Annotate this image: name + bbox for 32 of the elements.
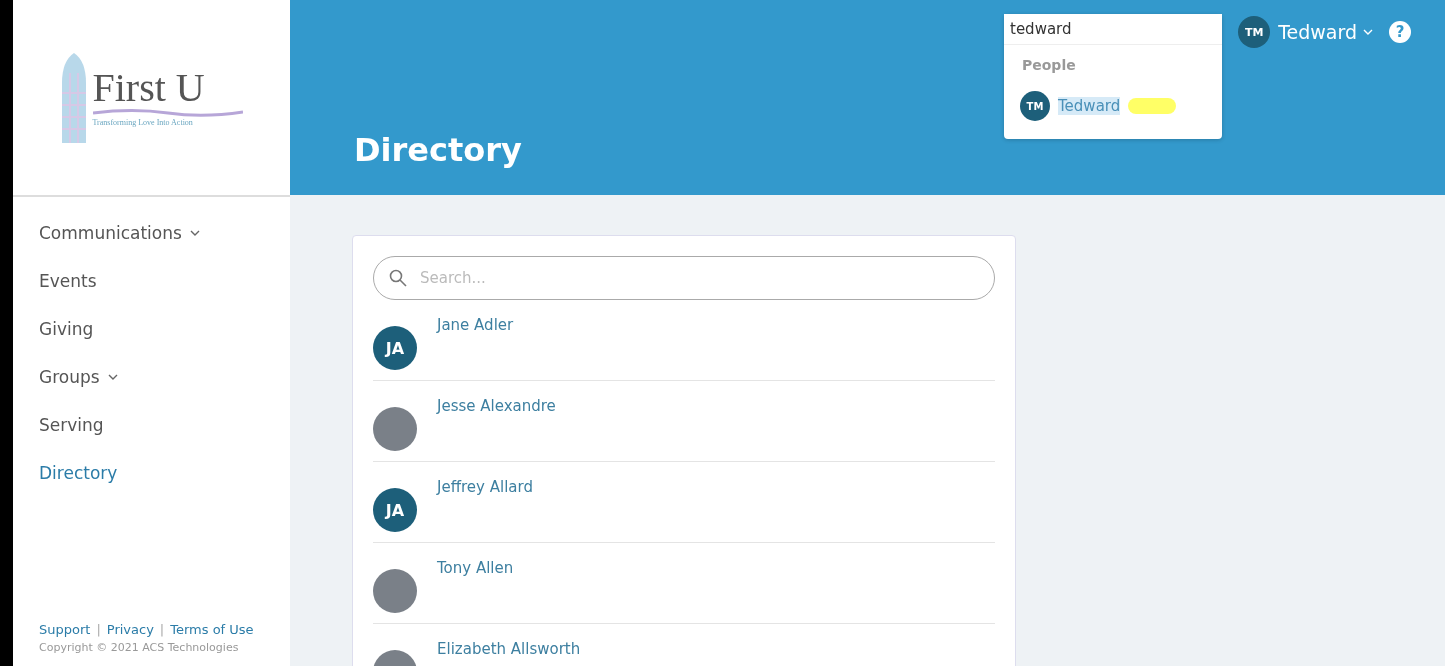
separator: | <box>159 622 165 637</box>
footer-link[interactable]: Terms of Use <box>170 622 254 637</box>
person-name[interactable]: Jeffrey Allard <box>437 478 533 498</box>
person-name[interactable]: Jane Adler <box>437 316 514 336</box>
chevron-down-icon <box>1363 29 1373 35</box>
result-name[interactable]: Tedward <box>1058 97 1121 115</box>
separator: | <box>96 622 101 637</box>
user-menu[interactable]: Tedward <box>1278 21 1373 43</box>
copyright-text: Copyright © 2021 ACS Technologies <box>39 641 240 654</box>
person-avatar: JA <box>373 326 417 370</box>
footer-link[interactable]: Privacy <box>106 622 154 637</box>
section-heading: People <box>1021 56 1077 75</box>
person-avatar: JA <box>373 488 417 532</box>
global-search-field[interactable]: tedward <box>1004 14 1222 45</box>
sidebar-item[interactable]: Groups <box>39 353 290 401</box>
sidebar-item[interactable]: Giving <box>39 305 290 353</box>
person-name[interactable]: Tony Allen <box>437 559 514 579</box>
logo-name: First U <box>92 68 206 108</box>
logo-tagline: Transforming Love Into Action <box>92 118 194 127</box>
person-name[interactable]: Jesse Alexandre <box>437 397 556 417</box>
photo-placeholder <box>373 407 417 451</box>
sidebar-item[interactable]: Directory <box>39 449 290 497</box>
result-avatar: TM <box>1020 91 1050 121</box>
page-title: Directory <box>354 131 522 169</box>
search-field[interactable]: Search... <box>373 256 995 300</box>
person-name[interactable]: Elizabeth Allsworth <box>437 640 581 660</box>
sidebar-item[interactable]: Serving <box>39 401 290 449</box>
sidebar-item[interactable]: Communications <box>39 209 290 257</box>
footer-link[interactable]: Support <box>39 622 91 637</box>
search-icon <box>389 269 407 287</box>
sidebar-item[interactable]: Events <box>39 257 290 305</box>
photo-placeholder <box>373 569 417 613</box>
